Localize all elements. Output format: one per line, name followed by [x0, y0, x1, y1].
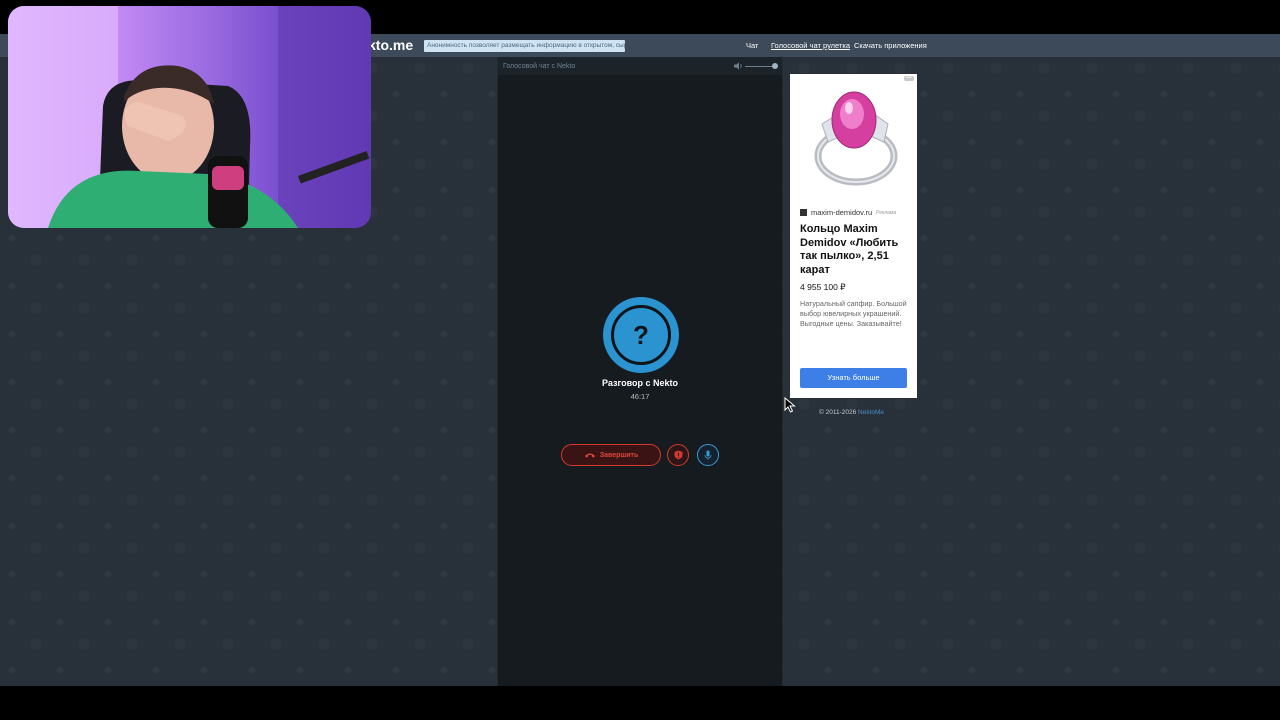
volume-slider[interactable] — [745, 66, 775, 67]
mouse-cursor-icon — [784, 397, 796, 413]
end-call-label: Завершить — [599, 451, 639, 459]
microphone-button[interactable] — [697, 444, 719, 466]
anonymity-notice: Анонимность позволяет размещать информац… — [424, 40, 625, 52]
volume-icon[interactable] — [734, 62, 744, 70]
ad-price: 4 955 100 ₽ — [800, 282, 846, 292]
voice-chat-panel: Голосовой чат с Nekto ? Разговор с Nekto… — [497, 57, 783, 686]
site-favicon-icon — [800, 209, 807, 216]
nav-link-chat[interactable]: Чат — [746, 41, 758, 50]
ad-learn-more-button[interactable]: Узнать больше — [800, 368, 907, 388]
bottom-letterbox — [0, 686, 1280, 720]
ad-title[interactable]: Кольцо Maxim Demidov «Любить так пылко»,… — [800, 223, 910, 277]
ad-options-icon[interactable]: ••• — [904, 76, 914, 81]
question-mark-icon: ? — [611, 305, 671, 365]
voice-chat-title: Голосовой чат с Nekto — [503, 63, 576, 70]
microphone-icon — [704, 450, 712, 460]
nav-link-voice-roulette[interactable]: Голосовой чат рулетка — [771, 41, 850, 50]
copyright-years: © 2011-2026 — [819, 409, 857, 416]
ring-image — [814, 91, 898, 186]
report-button[interactable] — [667, 444, 689, 466]
ad-tag: Реклама — [876, 209, 897, 216]
conversation-label: Разговор с Nekto — [601, 378, 679, 388]
footer-brand-link[interactable]: NektoMe — [858, 409, 884, 416]
partner-avatar: ? — [603, 297, 679, 373]
streamer-video-image — [8, 6, 371, 228]
volume-slider-knob[interactable] — [772, 63, 778, 69]
ad-domain[interactable]: maxim-demidov.ru — [811, 208, 872, 217]
end-call-button[interactable]: Завершить — [561, 444, 661, 466]
ad-source-row: maxim-demidov.ru Реклама — [800, 208, 896, 217]
copyright: © 2011-2026 NektoMe — [819, 409, 884, 416]
nav-link-download-apps[interactable]: Скачать приложения — [854, 41, 927, 50]
call-timer: 46:17 — [630, 392, 650, 401]
voice-chat-header: Голосовой чат с Nekto — [498, 57, 782, 75]
advertisement[interactable]: ••• maxim-demidov.ru Реклама Кольцо Maxi… — [790, 74, 917, 398]
site-logo[interactable]: kto.me — [368, 37, 413, 53]
ad-description: Натуральный сапфир. Большой выбор ювелир… — [800, 299, 907, 328]
streamer-webcam-overlay — [8, 6, 371, 228]
hang-up-icon — [584, 453, 595, 458]
shield-icon — [674, 450, 682, 460]
